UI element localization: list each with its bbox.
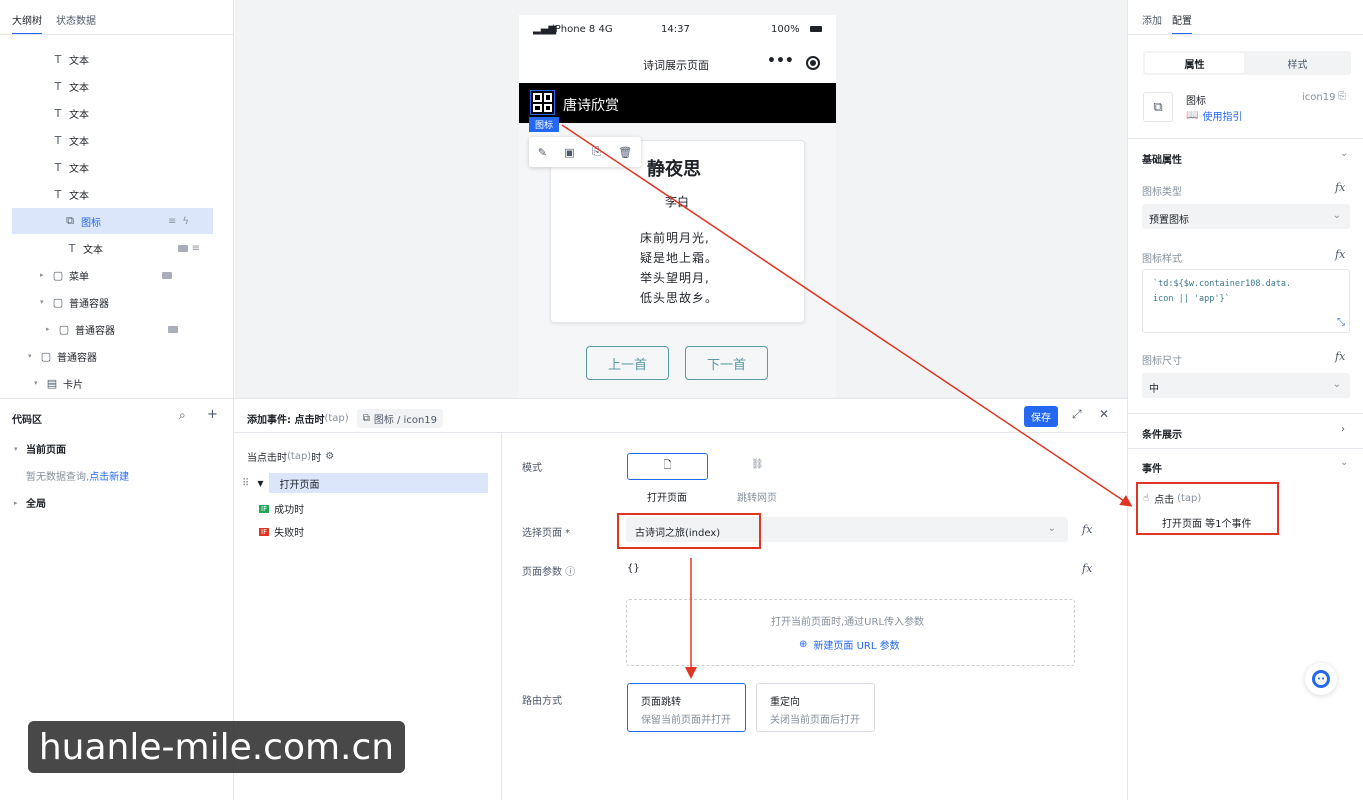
annotation-arrows <box>561 124 1133 679</box>
app-root: 大纲树 状态数据 T 文本 T 文本 T 文本 T 文本 T 文本 T 文本 ⧉ 图标 ≡ … <box>0 0 1363 800</box>
watermark: huanle-mile.com.cn <box>28 721 405 773</box>
annotation-arrow <box>561 124 1133 507</box>
